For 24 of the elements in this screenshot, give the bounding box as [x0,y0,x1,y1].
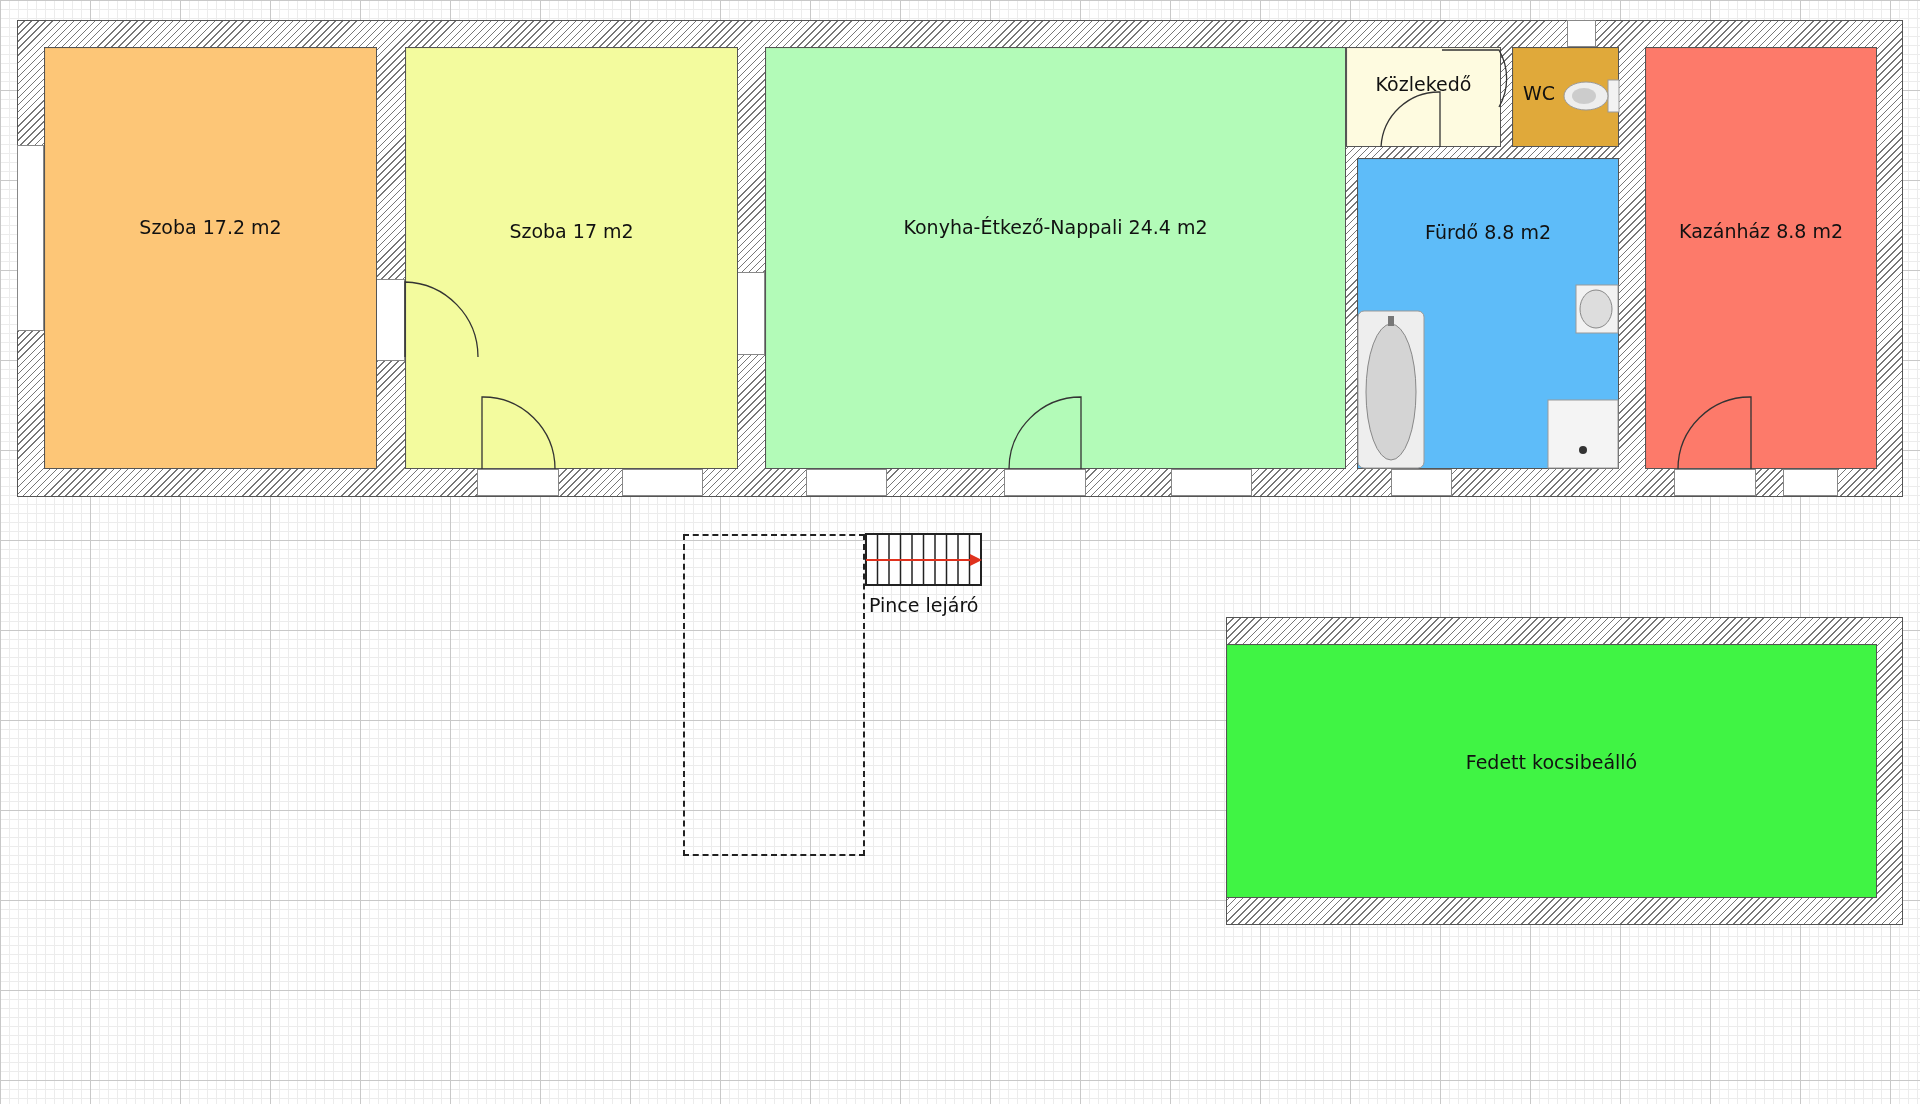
door-swing-icon [404,281,479,358]
sink-icon [1575,284,1619,334]
room-area[interactable]: Szoba 17.2 m2 [44,47,377,469]
room-area[interactable]: Közlekedő [1346,47,1501,147]
room-label: Fürdő 8.8 m2 [1425,220,1551,243]
room-label: Szoba 17 m2 [509,220,634,243]
room-area[interactable]: Fedett kocsibeálló [1226,644,1877,898]
room-label: Fedett kocsibeálló [1465,750,1638,773]
door-swing-icon [1677,396,1752,470]
stairs-label: Pince lejáró [869,594,979,616]
door-swing-icon [1380,91,1441,148]
room-area[interactable]: Kazánház 8.8 m2 [1645,47,1877,469]
shower-tray-icon [1547,399,1619,469]
toilet-icon [1563,79,1620,113]
room-label: Közlekedő [1375,72,1472,95]
door-swing-icon [1008,396,1082,470]
room-area[interactable]: Szoba 17 m2 [405,47,738,469]
room-label: Konyha-Étkező-Nappali 24.4 m2 [903,216,1208,238]
room-label: WC [1523,82,1556,105]
room-label: Szoba 17.2 m2 [139,216,282,238]
room-label: Kazánház 8.8 m2 [1679,220,1843,243]
room-area[interactable]: Konyha-Étkező-Nappali 24.4 m2 [765,47,1346,469]
door-swing-icon [481,396,556,470]
bathtub-icon [1357,310,1425,469]
